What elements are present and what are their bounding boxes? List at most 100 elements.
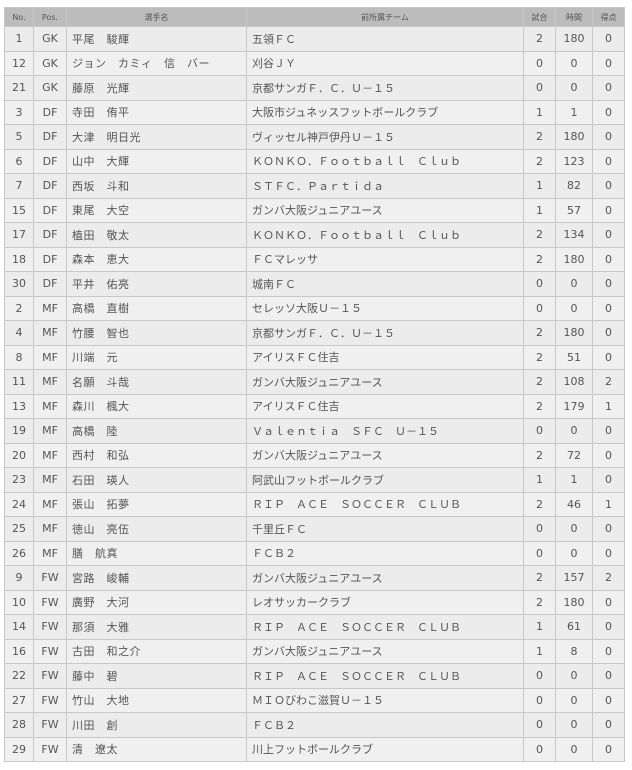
- cell-no: 14: [4, 614, 34, 640]
- cell-minutes: 0: [555, 687, 593, 713]
- cell-no: 26: [4, 540, 34, 566]
- cell-goals: 1: [592, 393, 625, 419]
- cell-games: 2: [523, 148, 556, 174]
- cell-pos: DF: [33, 271, 67, 297]
- cell-pos: FW: [33, 638, 67, 664]
- cell-goals: 0: [592, 26, 625, 52]
- cell-previous-team: ＭＩＯびわこ滋賀Ｕ－１５: [246, 687, 524, 713]
- table-row: 3 DF 寺田 侑平 大阪市ジュネッスフットボールクラブ 1 1 0: [4, 99, 625, 125]
- table-row: 14 FW 那須 大雅 ＲＩＰ ＡＣＥ ＳＯＣＣＥＲ ＣＬＵＢ 1 61 0: [4, 614, 625, 640]
- cell-minutes: 179: [555, 393, 593, 419]
- cell-minutes: 72: [555, 442, 593, 468]
- cell-goals: 0: [592, 467, 625, 493]
- table-row: 17 DF 植田 敬太 ＫＯＮＫＯ．Ｆｏｏｔｂａｌｌ Ｃｌｕｂ 2 134 0: [4, 222, 625, 248]
- cell-goals: 0: [592, 222, 625, 248]
- cell-games: 0: [523, 75, 556, 101]
- cell-previous-team: 五領ＦＣ: [246, 26, 524, 52]
- cell-player-name: 竹腰 智也: [66, 320, 247, 346]
- cell-no: 29: [4, 736, 34, 762]
- cell-player-name: 東尾 大空: [66, 197, 247, 223]
- cell-pos: FW: [33, 565, 67, 591]
- cell-pos: MF: [33, 320, 67, 346]
- cell-goals: 0: [592, 442, 625, 468]
- table-row: 13 MF 森川 楓大 アイリスＦＣ住吉 2 179 1: [4, 393, 625, 419]
- header-team: 前所属チーム: [246, 7, 524, 27]
- table-row: 18 DF 森本 恵大 ＦＣマレッサ 2 180 0: [4, 246, 625, 272]
- cell-player-name: 植田 敬太: [66, 222, 247, 248]
- header-minutes: 時間: [555, 7, 593, 27]
- cell-goals: 0: [592, 271, 625, 297]
- cell-games: 0: [523, 540, 556, 566]
- cell-pos: MF: [33, 491, 67, 517]
- table-row: 19 MF 高橋 陸 Ｖａｌｅｎｔｉａ ＳＦＣ Ｕ－１５ 0 0 0: [4, 418, 625, 444]
- cell-no: 19: [4, 418, 34, 444]
- cell-pos: DF: [33, 246, 67, 272]
- cell-minutes: 180: [555, 26, 593, 52]
- cell-pos: MF: [33, 540, 67, 566]
- cell-player-name: 那須 大雅: [66, 614, 247, 640]
- cell-previous-team: 千里丘ＦＣ: [246, 516, 524, 542]
- cell-games: 0: [523, 663, 556, 689]
- table-row: 26 MF 膳 航真 ＦＣＢ２ 0 0 0: [4, 540, 625, 566]
- cell-games: 0: [523, 736, 556, 762]
- cell-player-name: 古田 和之介: [66, 638, 247, 664]
- cell-minutes: 180: [555, 320, 593, 346]
- cell-no: 18: [4, 246, 34, 272]
- table-row: 25 MF 徳山 亮伍 千里丘ＦＣ 0 0 0: [4, 516, 625, 542]
- cell-no: 1: [4, 26, 34, 52]
- cell-pos: GK: [33, 75, 67, 101]
- cell-player-name: 高橋 陸: [66, 418, 247, 444]
- cell-no: 5: [4, 124, 34, 150]
- cell-goals: 0: [592, 638, 625, 664]
- cell-minutes: 8: [555, 638, 593, 664]
- cell-minutes: 0: [555, 75, 593, 101]
- cell-goals: 0: [592, 173, 625, 199]
- cell-player-name: 藤原 光輝: [66, 75, 247, 101]
- cell-games: 2: [523, 442, 556, 468]
- cell-games: 1: [523, 614, 556, 640]
- cell-minutes: 180: [555, 589, 593, 615]
- cell-pos: MF: [33, 369, 67, 395]
- cell-minutes: 0: [555, 736, 593, 762]
- cell-games: 2: [523, 246, 556, 272]
- cell-minutes: 1: [555, 99, 593, 125]
- cell-no: 6: [4, 148, 34, 174]
- cell-minutes: 0: [555, 271, 593, 297]
- cell-minutes: 0: [555, 663, 593, 689]
- cell-no: 10: [4, 589, 34, 615]
- cell-previous-team: 阿武山フットボールクラブ: [246, 467, 524, 493]
- cell-no: 20: [4, 442, 34, 468]
- cell-goals: 0: [592, 99, 625, 125]
- cell-previous-team: ＦＣマレッサ: [246, 246, 524, 272]
- header-goals: 得点: [592, 7, 625, 27]
- cell-no: 23: [4, 467, 34, 493]
- table-row: 8 MF 川端 元アイリスＦＣ住吉 2 51 0: [4, 344, 625, 370]
- cell-pos: FW: [33, 663, 67, 689]
- cell-pos: FW: [33, 687, 67, 713]
- cell-previous-team: ガンバ大阪ジュニアユース: [246, 565, 524, 591]
- table-row: 30 DF 平井 佑亮 城南ＦＣ 0 0 0: [4, 271, 625, 297]
- cell-minutes: 157: [555, 565, 593, 591]
- cell-goals: 0: [592, 663, 625, 689]
- cell-previous-team: アイリスＦＣ住吉: [246, 344, 524, 370]
- cell-player-name: 名願 斗哉: [66, 369, 247, 395]
- cell-previous-team: 京都サンガＦ．Ｃ．Ｕ－１５: [246, 320, 524, 346]
- cell-pos: MF: [33, 344, 67, 370]
- cell-goals: 0: [592, 197, 625, 223]
- cell-no: 9: [4, 565, 34, 591]
- cell-pos: FW: [33, 736, 67, 762]
- cell-games: 2: [523, 26, 556, 52]
- cell-goals: 0: [592, 540, 625, 566]
- cell-no: 12: [4, 50, 34, 76]
- table-row: 11 MF 名願 斗哉 ガンバ大阪ジュニアユース 2 108 2: [4, 369, 625, 395]
- cell-player-name: 平尾 駿輝: [66, 26, 247, 52]
- cell-pos: DF: [33, 99, 67, 125]
- cell-previous-team: ＦＣＢ２: [246, 540, 524, 566]
- cell-player-name: 竹山 大地: [66, 687, 247, 713]
- cell-pos: FW: [33, 589, 67, 615]
- cell-previous-team: 城南ＦＣ: [246, 271, 524, 297]
- cell-goals: 0: [592, 344, 625, 370]
- cell-player-name: 川田 創: [66, 712, 247, 738]
- cell-goals: 0: [592, 75, 625, 101]
- cell-player-name: 西坂 斗和: [66, 173, 247, 199]
